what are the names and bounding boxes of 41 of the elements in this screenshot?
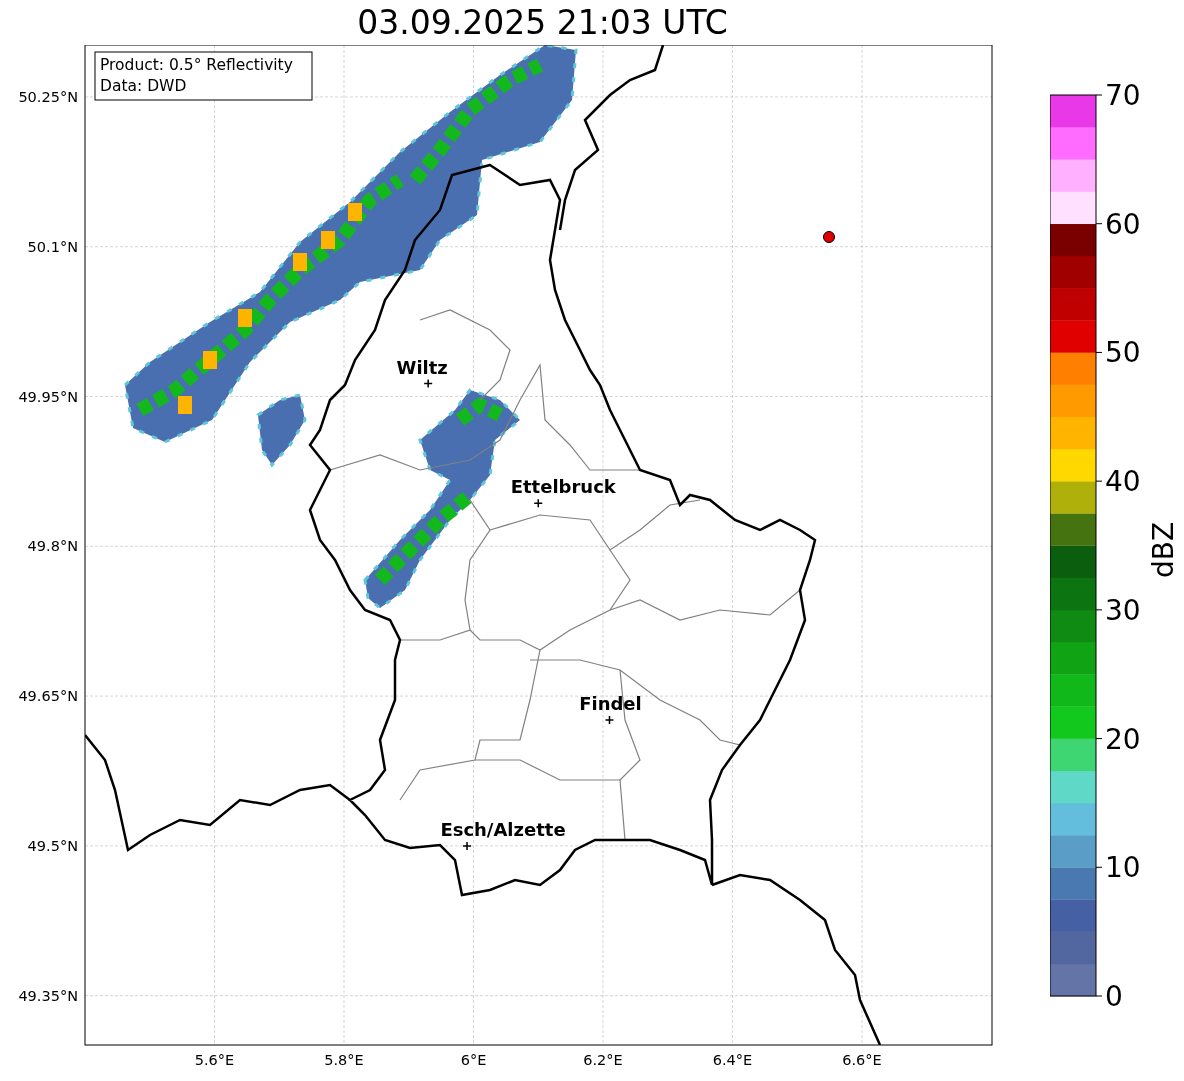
moderate-echo-band bbox=[455, 398, 504, 426]
city-marker bbox=[533, 498, 543, 509]
city-label: Findel bbox=[579, 693, 642, 715]
city-marker bbox=[462, 841, 472, 851]
latitude-label: 49.65°N bbox=[18, 688, 78, 705]
latitude-label: 49.5°N bbox=[27, 837, 78, 854]
colorbar-tick-label: 50 bbox=[1105, 336, 1141, 370]
city-label: Esch/Alzette bbox=[440, 818, 566, 840]
colorbar-tick-label: 20 bbox=[1105, 722, 1141, 756]
latitude-label: 50.1°N bbox=[27, 238, 78, 255]
strong-echo-cell bbox=[348, 203, 362, 221]
longitude-label: 6.6°E bbox=[842, 1052, 882, 1068]
strong-echo-cell bbox=[203, 351, 217, 369]
chart-title: 03.09.2025 21:03 UTC bbox=[357, 6, 728, 39]
strong-echo-cell bbox=[293, 253, 307, 271]
colorbar-tick-label: 30 bbox=[1105, 593, 1141, 627]
longitude-label: 6°E bbox=[460, 1052, 487, 1068]
latitude-label: 49.95°N bbox=[18, 388, 78, 405]
city-label: Ettelbruck bbox=[510, 476, 616, 498]
colorbar-tick-label: 40 bbox=[1105, 465, 1141, 499]
radar-site-marker bbox=[823, 231, 835, 243]
colorbar-tick-label: 70 bbox=[1105, 79, 1141, 112]
colorbar-title: dBZ bbox=[1147, 521, 1180, 579]
city-label: Wiltz bbox=[396, 356, 448, 378]
strong-echo-cell bbox=[238, 309, 252, 327]
longitude-label: 6.4°E bbox=[712, 1052, 753, 1068]
colorbar-tick-label: 10 bbox=[1105, 851, 1141, 885]
latitude-label: 49.35°N bbox=[18, 987, 78, 1004]
longitude-label: 5.8°E bbox=[324, 1052, 364, 1068]
city-marker bbox=[604, 715, 615, 725]
longitude-label: 6.2°E bbox=[583, 1052, 623, 1068]
strong-echo-cell bbox=[321, 231, 335, 249]
latitude-label: 49.8°N bbox=[27, 538, 78, 555]
latitude-label: 50.25°N bbox=[18, 88, 78, 105]
strong-echo-cell bbox=[178, 396, 192, 414]
info-text: Product: 0.5° Reflectivity bbox=[100, 56, 293, 74]
city-marker bbox=[423, 378, 433, 389]
longitude-label: 5.6°E bbox=[194, 1052, 235, 1068]
info-text: Data: DWD bbox=[100, 77, 187, 95]
colorbar-tick-label: 60 bbox=[1105, 207, 1141, 241]
colorbar-tick-label: 0 bbox=[1105, 980, 1123, 1013]
